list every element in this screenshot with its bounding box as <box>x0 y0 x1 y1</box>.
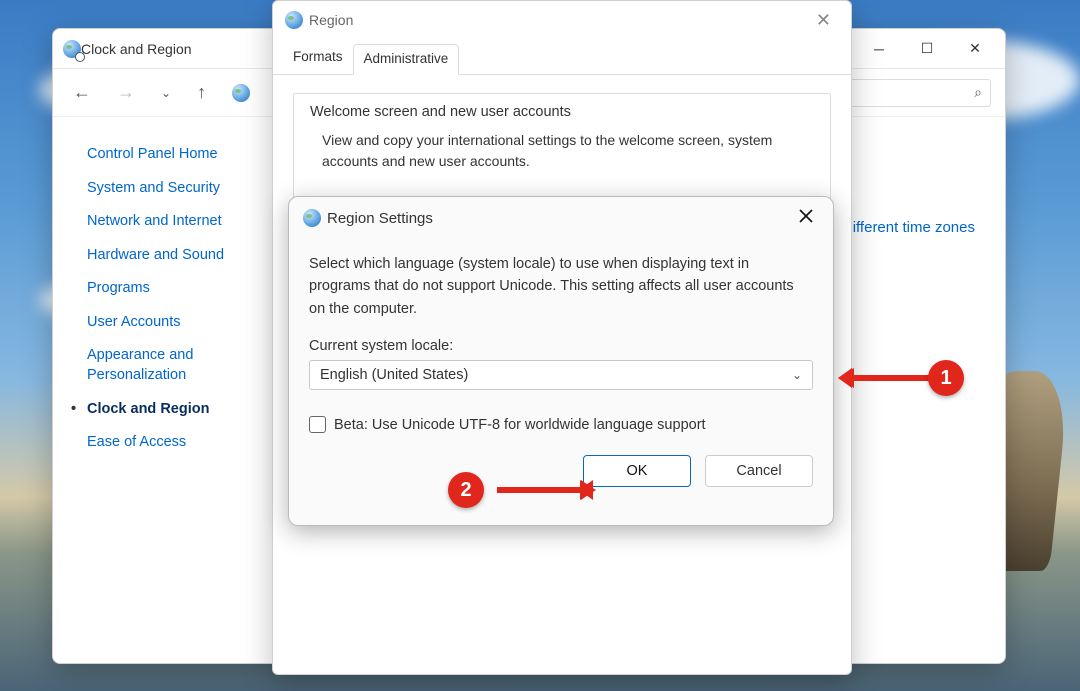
address-bar-icon <box>232 84 250 102</box>
annotation-marker-2: 2 <box>448 472 484 508</box>
cp-title: Clock and Region <box>81 41 192 57</box>
region-settings-icon <box>303 209 321 227</box>
nav-dropdown-icon[interactable]: ⌄ <box>155 82 177 104</box>
group-description: View and copy your international setting… <box>310 130 814 172</box>
nav-back-icon[interactable]: ← <box>67 78 97 107</box>
sidebar-item-hardware[interactable]: Hardware and Sound <box>87 246 263 266</box>
sidebar-item-ease[interactable]: Ease of Access <box>87 433 263 453</box>
utf8-checkbox-label: Beta: Use Unicode UTF-8 for worldwide la… <box>334 417 706 433</box>
cancel-button[interactable]: Cancel <box>705 455 813 487</box>
clock-region-icon <box>63 40 81 58</box>
sidebar-item-home[interactable]: Control Panel Home <box>87 145 263 165</box>
region-title: Region <box>309 12 353 28</box>
system-locale-dropdown[interactable]: English (United States) ⌄ <box>309 360 813 390</box>
annotation-arrow-1 <box>842 375 930 381</box>
sidebar-item-clock-region[interactable]: Clock and Region <box>87 400 263 420</box>
sidebar-item-system[interactable]: System and Security <box>87 179 263 199</box>
sidebar-item-programs[interactable]: Programs <box>87 279 263 299</box>
region-tabs: Formats Administrative <box>273 43 851 75</box>
nav-up-icon[interactable]: ↑ <box>191 78 212 107</box>
region-close-button[interactable]: ✕ <box>808 8 839 33</box>
chevron-down-icon: ⌄ <box>792 368 802 382</box>
arrowhead-1 <box>828 368 854 388</box>
cp-sidebar: Control Panel Home System and Security N… <box>53 117 263 663</box>
annotation-marker-1: 1 <box>928 360 964 396</box>
rs-locale-label: Current system locale: <box>309 338 813 354</box>
sidebar-item-network[interactable]: Network and Internet <box>87 212 263 232</box>
rs-titlebar: Region Settings <box>289 197 833 239</box>
rs-title: Region Settings <box>327 210 433 227</box>
arrowhead-2 <box>580 480 606 500</box>
region-titlebar: Region ✕ <box>273 1 851 39</box>
minimize-button[interactable]: ─ <box>869 39 889 59</box>
region-icon <box>285 11 303 29</box>
rs-close-button[interactable] <box>793 207 819 230</box>
utf8-checkbox-row: Beta: Use Unicode UTF-8 for worldwide la… <box>309 416 813 433</box>
tab-formats[interactable]: Formats <box>283 43 353 74</box>
search-icon: ⌕ <box>974 84 982 101</box>
sidebar-item-appearance[interactable]: Appearance and Personalization <box>87 346 263 385</box>
utf8-checkbox[interactable] <box>309 416 326 433</box>
region-settings-dialog: Region Settings Select which language (s… <box>288 196 834 526</box>
rs-description: Select which language (system locale) to… <box>309 253 813 320</box>
timezone-link[interactable]: ifferent time zones <box>853 219 975 236</box>
sidebar-item-users[interactable]: User Accounts <box>87 313 263 333</box>
tab-administrative[interactable]: Administrative <box>353 44 460 75</box>
maximize-button[interactable]: ☐ <box>917 39 937 59</box>
group-heading: Welcome screen and new user accounts <box>310 104 814 120</box>
nav-forward-icon[interactable]: → <box>111 78 141 107</box>
close-button[interactable]: ✕ <box>965 39 985 59</box>
system-locale-value: English (United States) <box>320 367 468 383</box>
